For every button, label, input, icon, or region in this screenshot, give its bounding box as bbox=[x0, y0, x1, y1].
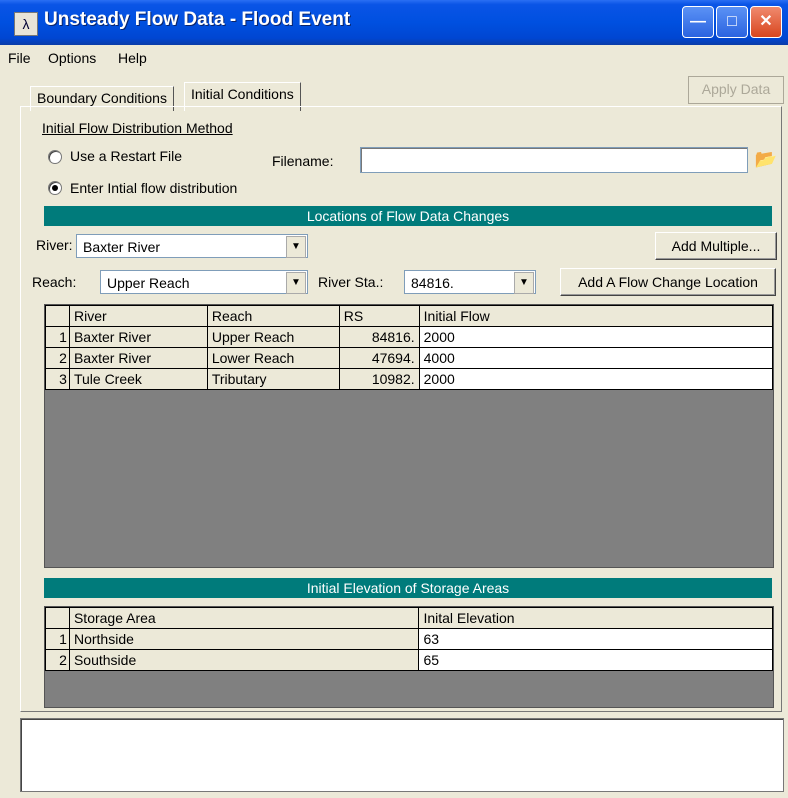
cell-river: Baxter River bbox=[68, 326, 208, 348]
add-multiple-button[interactable]: Add Multiple... bbox=[655, 232, 777, 260]
river-station-label: River Sta.: bbox=[318, 274, 384, 290]
apply-data-button[interactable]: Apply Data bbox=[688, 76, 784, 104]
table-row[interactable]: 2 Southside 65 bbox=[45, 649, 773, 671]
chevron-down-icon[interactable]: ▼ bbox=[514, 272, 534, 294]
maximize-icon[interactable]: □ bbox=[716, 6, 748, 38]
storage-col-area: Storage Area bbox=[68, 607, 420, 629]
cell-reach: Tributary bbox=[206, 368, 340, 390]
cell-initial-flow[interactable]: 2000 bbox=[418, 326, 774, 348]
message-area[interactable] bbox=[20, 718, 784, 792]
flow-col-initial-flow: Initial Flow bbox=[418, 305, 774, 327]
storage-table: Storage Area Inital Elevation 1 Northsid… bbox=[44, 606, 774, 708]
row-number: 3 bbox=[45, 368, 70, 390]
chevron-down-icon[interactable]: ▼ bbox=[286, 236, 306, 258]
reach-select-value: Upper Reach bbox=[107, 275, 190, 291]
restart-file-label: Use a Restart File bbox=[70, 148, 183, 164]
river-select[interactable]: Baxter River ▼ bbox=[76, 234, 308, 258]
cell-storage-area: Northside bbox=[68, 628, 420, 650]
chevron-down-icon[interactable]: ▼ bbox=[286, 272, 306, 294]
init-method-heading: Initial Flow Distribution Method bbox=[42, 120, 233, 136]
flow-table-header: River Reach RS Initial Flow bbox=[45, 305, 774, 327]
cell-reach: Lower Reach bbox=[206, 347, 340, 369]
cell-rs: 47694. bbox=[338, 347, 420, 369]
storage-areas-header: Initial Elevation of Storage Areas bbox=[44, 578, 772, 598]
menu-bar: File Options Help bbox=[0, 46, 788, 72]
flow-col-river: River bbox=[68, 305, 208, 327]
row-number: 2 bbox=[45, 649, 70, 671]
cell-initial-elevation[interactable]: 65 bbox=[418, 649, 773, 671]
cell-rs: 10982. bbox=[338, 368, 420, 390]
cell-river: Baxter River bbox=[68, 347, 208, 369]
cell-rs: 84816. bbox=[338, 326, 420, 348]
river-station-select[interactable]: 84816. ▼ bbox=[404, 270, 536, 294]
row-number: 2 bbox=[45, 347, 70, 369]
cell-initial-flow[interactable]: 2000 bbox=[418, 368, 774, 390]
minimize-icon[interactable]: — bbox=[682, 6, 714, 38]
table-row[interactable]: 3 Tule Creek Tributary 10982. 2000 bbox=[45, 368, 774, 390]
river-station-value: 84816. bbox=[411, 275, 454, 291]
flow-col-reach: Reach bbox=[206, 305, 340, 327]
enter-flow-radio[interactable] bbox=[48, 181, 62, 195]
river-select-value: Baxter River bbox=[83, 239, 161, 255]
title-bar[interactable]: λ Unsteady Flow Data - Flood Event — □ ✕ bbox=[0, 0, 788, 45]
flow-col-rs: RS bbox=[338, 305, 420, 327]
reach-label: Reach: bbox=[32, 274, 77, 290]
filename-label: Filename: bbox=[272, 153, 334, 169]
menu-options[interactable]: Options bbox=[48, 50, 96, 66]
row-number: 1 bbox=[45, 628, 70, 650]
cell-initial-elevation[interactable]: 63 bbox=[418, 628, 773, 650]
filename-input[interactable] bbox=[360, 147, 748, 173]
menu-help[interactable]: Help bbox=[118, 50, 147, 66]
table-row[interactable]: 1 Baxter River Upper Reach 84816. 2000 bbox=[45, 326, 774, 348]
storage-col-elevation: Inital Elevation bbox=[418, 607, 773, 629]
cell-river: Tule Creek bbox=[68, 368, 208, 390]
flow-col-rownum bbox=[45, 305, 70, 327]
flow-locations-header: Locations of Flow Data Changes bbox=[44, 206, 772, 226]
storage-col-rownum bbox=[45, 607, 70, 629]
storage-table-header: Storage Area Inital Elevation bbox=[45, 607, 773, 629]
table-row[interactable]: 2 Baxter River Lower Reach 47694. 4000 bbox=[45, 347, 774, 369]
row-number: 1 bbox=[45, 326, 70, 348]
cell-initial-flow[interactable]: 4000 bbox=[418, 347, 774, 369]
cell-storage-area: Southside bbox=[68, 649, 420, 671]
menu-file[interactable]: File bbox=[8, 50, 31, 66]
flow-table: River Reach RS Initial Flow 1 Baxter Riv… bbox=[44, 304, 774, 568]
river-label: River: bbox=[36, 237, 73, 253]
folder-open-icon[interactable]: 📂 bbox=[752, 146, 780, 172]
app-icon: λ bbox=[14, 12, 38, 36]
window-title: Unsteady Flow Data - Flood Event bbox=[44, 9, 351, 30]
restart-file-radio[interactable] bbox=[48, 150, 62, 164]
unsteady-flow-window: λ Unsteady Flow Data - Flood Event — □ ✕… bbox=[0, 0, 788, 798]
enter-flow-label: Enter Intial flow distribution bbox=[70, 180, 238, 196]
table-row[interactable]: 1 Northside 63 bbox=[45, 628, 773, 650]
close-icon[interactable]: ✕ bbox=[750, 6, 782, 38]
add-flow-change-location-button[interactable]: Add A Flow Change Location bbox=[560, 268, 776, 296]
cell-reach: Upper Reach bbox=[206, 326, 340, 348]
reach-select[interactable]: Upper Reach ▼ bbox=[100, 270, 308, 294]
